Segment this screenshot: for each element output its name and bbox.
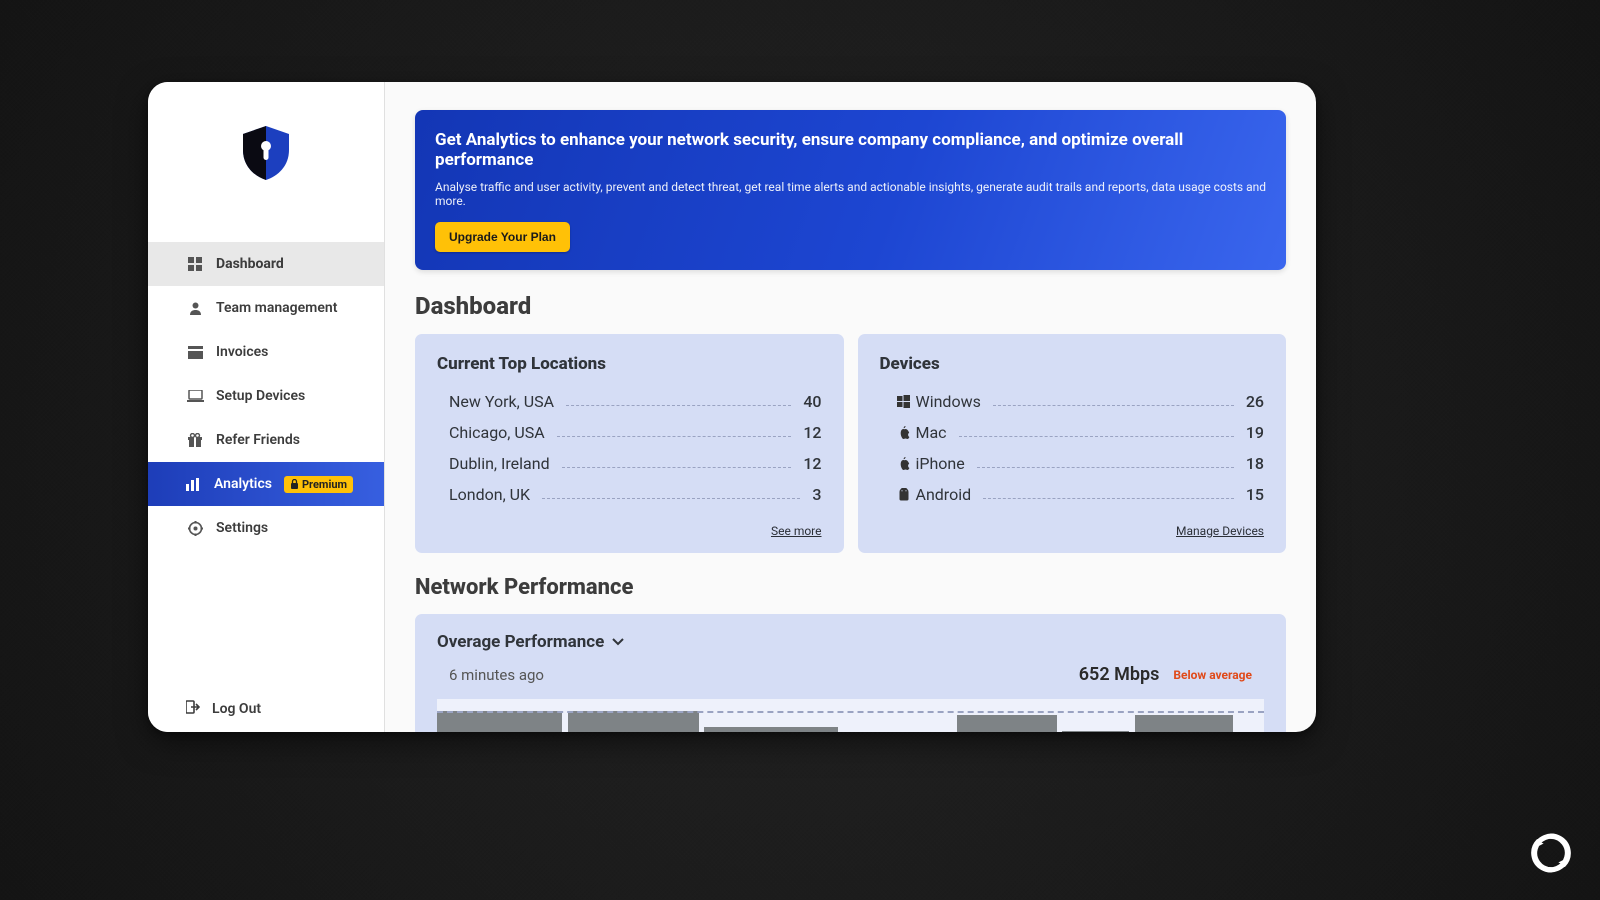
apple-icon xyxy=(892,457,916,471)
speed-value: 652 Mbps xyxy=(1079,664,1160,685)
chart-bar xyxy=(568,711,699,732)
list-item: Chicago, USA12 xyxy=(437,417,822,448)
chart-bar xyxy=(704,727,838,732)
list-item: Android15 xyxy=(880,479,1265,510)
sidebar: Dashboard Team management Invoices Setup… xyxy=(148,82,385,732)
upgrade-plan-button[interactable]: Upgrade Your Plan xyxy=(435,222,570,252)
manage-devices-link[interactable]: Manage Devices xyxy=(1176,524,1264,538)
gift-icon xyxy=(186,433,204,447)
chart-bar xyxy=(437,711,562,732)
card-title: Current Top Locations xyxy=(437,354,822,374)
apple-icon xyxy=(892,426,916,440)
app-window: Dashboard Team management Invoices Setup… xyxy=(148,82,1316,732)
premium-badge: Premium xyxy=(284,476,353,493)
sidebar-nav: Dashboard Team management Invoices Setup… xyxy=(148,242,384,686)
sidebar-item-refer[interactable]: Refer Friends xyxy=(148,418,384,462)
sidebar-item-label: Refer Friends xyxy=(216,432,300,448)
banner-subtitle: Analyse traffic and user activity, preve… xyxy=(435,180,1266,208)
upgrade-banner: Get Analytics to enhance your network se… xyxy=(415,110,1286,270)
sidebar-item-team[interactable]: Team management xyxy=(148,286,384,330)
list-item: New York, USA40 xyxy=(437,386,822,417)
dashboard-icon xyxy=(186,257,204,272)
vendor-logo xyxy=(1530,832,1572,878)
chart-bar xyxy=(1062,731,1129,732)
chart-bar xyxy=(1135,715,1233,732)
sidebar-item-analytics[interactable]: Analytics Premium xyxy=(148,462,384,506)
threshold-line xyxy=(437,711,1264,713)
laptop-icon xyxy=(186,390,204,402)
top-locations-card: Current Top Locations New York, USA40 Ch… xyxy=(415,334,844,553)
network-performance-card: Overage Performance 6 minutes ago 652 Mb… xyxy=(415,614,1286,732)
page-title: Dashboard xyxy=(415,292,1286,320)
list-item: London, UK3 xyxy=(437,479,822,510)
performance-chart xyxy=(437,699,1264,732)
sidebar-item-invoices[interactable]: Invoices xyxy=(148,330,384,374)
network-performance-title: Network Performance xyxy=(415,575,1286,600)
performance-dropdown[interactable]: Overage Performance xyxy=(437,632,1264,652)
banner-title: Get Analytics to enhance your network se… xyxy=(435,130,1266,170)
list-item: iPhone18 xyxy=(880,448,1265,479)
logout-icon xyxy=(186,700,200,718)
last-updated: 6 minutes ago xyxy=(449,666,544,684)
chevron-down-icon xyxy=(612,638,624,646)
gear-icon xyxy=(186,521,204,536)
chart-bar xyxy=(957,715,1057,732)
sidebar-item-label: Analytics xyxy=(214,476,272,492)
status-badge: Below average xyxy=(1173,668,1252,682)
main-content: Get Analytics to enhance your network se… xyxy=(385,82,1316,732)
sidebar-item-dashboard[interactable]: Dashboard xyxy=(148,242,384,286)
card-title: Devices xyxy=(880,354,1265,374)
invoices-icon xyxy=(186,346,204,359)
sidebar-item-label: Invoices xyxy=(216,344,268,360)
user-icon xyxy=(186,301,204,316)
list-item: Windows26 xyxy=(880,386,1265,417)
logout-button[interactable]: Log Out xyxy=(148,686,384,732)
analytics-icon xyxy=(184,478,202,491)
sidebar-item-label: Dashboard xyxy=(216,256,284,272)
list-item: Dublin, Ireland12 xyxy=(437,448,822,479)
lock-icon xyxy=(290,479,299,489)
app-logo xyxy=(148,94,384,242)
windows-icon xyxy=(892,395,916,408)
sidebar-item-settings[interactable]: Settings xyxy=(148,506,384,550)
sidebar-item-label: Team management xyxy=(216,300,337,316)
sidebar-item-label: Setup Devices xyxy=(216,388,305,404)
logout-label: Log Out xyxy=(212,701,261,717)
sidebar-item-label: Settings xyxy=(216,520,268,536)
list-item: Mac19 xyxy=(880,417,1265,448)
android-icon xyxy=(892,488,916,502)
devices-card: Devices Windows26 Mac19 iPhone18 Android… xyxy=(858,334,1287,553)
see-more-link[interactable]: See more xyxy=(771,524,822,538)
sidebar-item-setup-devices[interactable]: Setup Devices xyxy=(148,374,384,418)
